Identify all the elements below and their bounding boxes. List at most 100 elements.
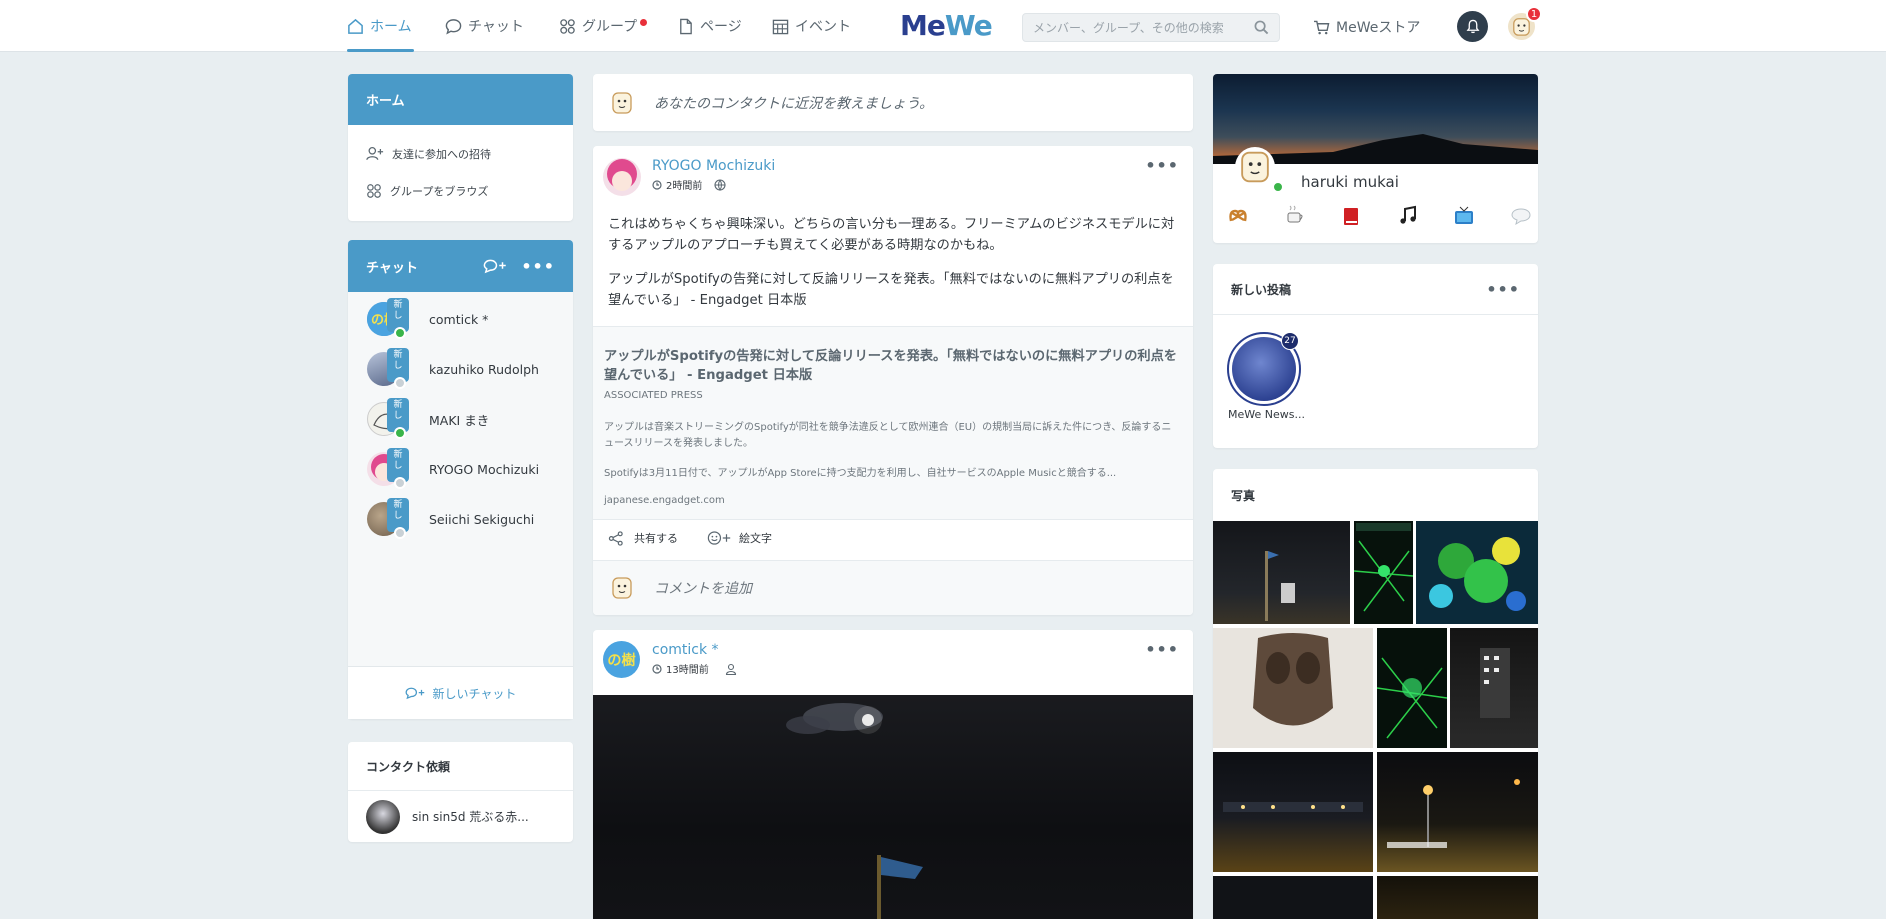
nav-groups[interactable]: グループ bbox=[559, 0, 648, 52]
page-icon bbox=[680, 18, 692, 34]
invite-friends-label: 友達に参加への招待 bbox=[392, 147, 491, 161]
photos-card: 写真 bbox=[1213, 469, 1538, 919]
post-composer[interactable]: あなたのコンタクトに近況を教えましょう。 bbox=[593, 74, 1193, 131]
pretzel-icon[interactable] bbox=[1227, 205, 1249, 227]
chat-row-maki[interactable]: MAKI まき bbox=[367, 402, 489, 436]
groups-notification-dot bbox=[640, 18, 648, 26]
new-tag-label: 新し bbox=[393, 400, 403, 421]
profile-card: haruki mukai bbox=[1213, 74, 1538, 243]
new-tag-label: 新し bbox=[393, 350, 403, 371]
photo-thumbnail[interactable] bbox=[1376, 628, 1448, 748]
speech-bubble-icon[interactable] bbox=[1510, 205, 1532, 227]
link-domain: japanese.engadget.com bbox=[604, 495, 725, 506]
online-indicator bbox=[1272, 181, 1284, 193]
comment-box[interactable]: コメントを追加 bbox=[593, 560, 1193, 615]
share-icon bbox=[608, 530, 623, 546]
book-icon[interactable] bbox=[1340, 205, 1362, 227]
new-posts-more-icon[interactable]: ••• bbox=[1486, 280, 1520, 299]
photo-thumbnail[interactable] bbox=[1377, 752, 1538, 872]
emoji-label: 絵文字 bbox=[739, 532, 772, 545]
online-indicator bbox=[394, 427, 406, 439]
chat-more-icon[interactable]: ••• bbox=[521, 257, 555, 276]
nav-chat[interactable]: チャット bbox=[445, 0, 524, 52]
notification-badge: 1 bbox=[1526, 6, 1542, 22]
tv-icon[interactable] bbox=[1453, 205, 1475, 227]
emoji-icon bbox=[707, 531, 731, 545]
new-posts-card: 新しい投稿 ••• 27 MeWe News... bbox=[1213, 264, 1538, 448]
photo-thumbnail[interactable] bbox=[1213, 876, 1373, 919]
post-text: これはめちゃくちゃ興味深い。どちらの言い分も一理ある。フリーミアムのビジネスモデ… bbox=[608, 217, 1175, 253]
profile-avatar[interactable] bbox=[1235, 147, 1275, 187]
new-tag-label: 新し bbox=[393, 500, 403, 521]
composer-placeholder[interactable]: あなたのコンタクトに近況を教えましょう。 bbox=[654, 93, 933, 113]
offline-indicator bbox=[394, 527, 406, 539]
comment-input[interactable]: コメントを追加 bbox=[654, 578, 752, 598]
search-input[interactable]: メンバー、グループ、その他の検索 bbox=[1033, 19, 1254, 36]
cart-icon bbox=[1314, 20, 1330, 34]
music-note-icon[interactable] bbox=[1397, 205, 1419, 227]
coffee-icon[interactable] bbox=[1284, 205, 1306, 227]
photo-thumbnail[interactable] bbox=[1213, 628, 1373, 748]
new-chat-button[interactable]: 新しいチャット bbox=[348, 666, 573, 719]
emoji-button[interactable]: 絵文字 bbox=[707, 530, 772, 546]
link-preview[interactable]: アップルがSpotifyの告発に対して反論リリースを発表。「無料ではないのに無料… bbox=[593, 326, 1193, 520]
offline-indicator bbox=[394, 477, 406, 489]
search-bar[interactable]: メンバー、グループ、その他の検索 bbox=[1022, 13, 1280, 42]
nav-chat-label: チャット bbox=[468, 19, 524, 35]
share-button[interactable]: 共有する bbox=[608, 530, 678, 546]
store-label: MeWeストア bbox=[1336, 20, 1421, 36]
online-indicator bbox=[394, 327, 406, 339]
new-tag-label: 新し bbox=[393, 450, 403, 471]
share-label: 共有する bbox=[634, 532, 678, 545]
link-title: アップルがSpotifyの告発に対して反論リリースを発表。「無料ではないのに無料… bbox=[604, 349, 1177, 383]
post-author-avatar[interactable] bbox=[603, 158, 641, 196]
photo-thumbnail[interactable] bbox=[1416, 521, 1538, 624]
post-text-link-headline: アップルがSpotifyの告発に対して反論リリースを発表。「無料ではないのに無料… bbox=[608, 272, 1174, 308]
link-description-2: Spotifyは3月11日付で、アップルがApp Storeに持つ支配力を利用し… bbox=[604, 468, 1117, 479]
post-author-avatar[interactable]: の樹 bbox=[603, 641, 640, 678]
search-icon[interactable] bbox=[1254, 20, 1269, 35]
chat-name: Seiichi Sekiguchi bbox=[429, 511, 535, 527]
post-meta: 13時間前 bbox=[652, 661, 737, 676]
photo-thumbnail[interactable] bbox=[1353, 521, 1414, 624]
svg-text:の樹: の樹 bbox=[607, 652, 635, 669]
bell-icon bbox=[1466, 19, 1479, 34]
globe-icon bbox=[714, 178, 726, 191]
new-chat-icon bbox=[405, 687, 424, 700]
profile-name[interactable]: haruki mukai bbox=[1301, 173, 1399, 191]
groups-icon bbox=[367, 183, 381, 198]
add-person-icon bbox=[366, 147, 384, 160]
new-posts-title: 新しい投稿 bbox=[1231, 282, 1292, 297]
home-card-title: ホーム bbox=[366, 94, 405, 109]
nav-events[interactable]: イベント bbox=[772, 0, 851, 52]
photo-thumbnail[interactable] bbox=[1377, 876, 1538, 919]
contact-request-item[interactable]: sin sin5d 荒ぶる赤... bbox=[348, 791, 573, 842]
notifications-button[interactable] bbox=[1457, 11, 1488, 42]
post-author-name[interactable]: comtick * bbox=[652, 642, 719, 658]
browse-groups-link[interactable]: グループをブラウズ bbox=[348, 172, 573, 209]
invite-friends-link[interactable]: 友達に参加への招待 bbox=[348, 135, 573, 172]
nav-pages[interactable]: ページ bbox=[677, 0, 742, 52]
chat-row-comtick[interactable]: の樹 comtick * bbox=[367, 302, 488, 336]
top-navigation-bar: ホーム チャット グループ ページ イベント MeWe メンバー、グループ、その… bbox=[0, 0, 1886, 52]
photo-thumbnail[interactable] bbox=[1213, 521, 1350, 624]
chat-name: kazuhiko Rudolph bbox=[429, 361, 539, 377]
new-chat-icon[interactable] bbox=[483, 258, 509, 274]
post-photo[interactable] bbox=[593, 695, 1193, 919]
mewe-logo[interactable]: MeWe bbox=[900, 9, 993, 42]
post-more-icon[interactable]: ••• bbox=[1145, 640, 1179, 659]
store-link[interactable]: MeWeストア bbox=[1313, 17, 1420, 37]
post-more-icon[interactable]: ••• bbox=[1145, 156, 1179, 175]
story-count-badge: 27 bbox=[1281, 332, 1299, 350]
story-label: MeWe News... bbox=[1228, 408, 1305, 421]
toast-avatar-icon bbox=[612, 577, 632, 599]
photo-thumbnail[interactable] bbox=[1450, 628, 1538, 748]
post-author-name[interactable]: RYOGO Mochizuki bbox=[652, 158, 775, 174]
nav-home[interactable]: ホーム bbox=[347, 0, 414, 52]
new-tag-label: 新し bbox=[393, 300, 403, 321]
calendar-icon bbox=[772, 19, 789, 34]
chat-icon bbox=[445, 18, 462, 35]
post-time: 13時間前 bbox=[666, 665, 709, 676]
photo-thumbnail[interactable] bbox=[1213, 752, 1373, 872]
profile-app-icons bbox=[1227, 205, 1532, 227]
